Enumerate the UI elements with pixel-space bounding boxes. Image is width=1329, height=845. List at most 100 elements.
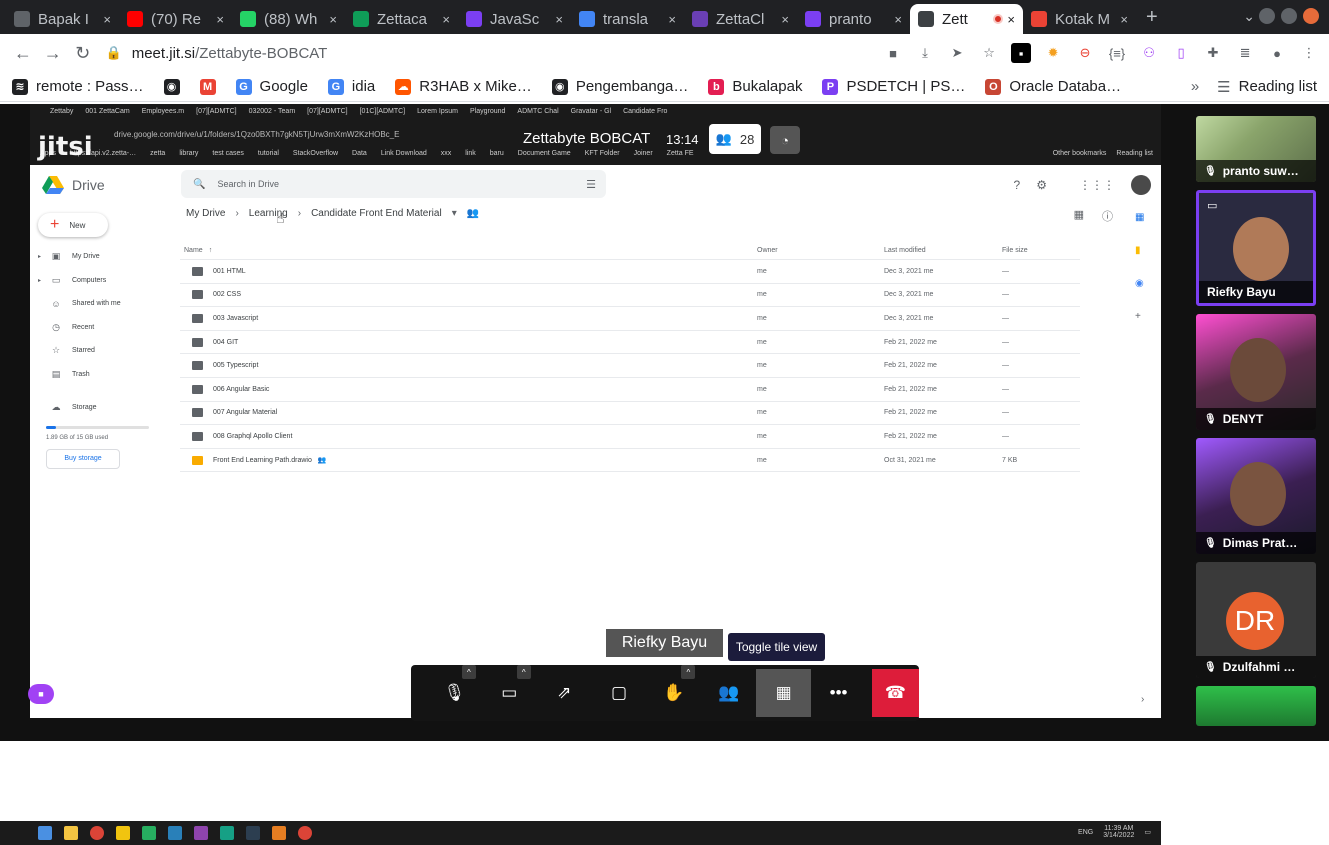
sort-arrow-icon[interactable]: ↑	[209, 247, 213, 254]
settings-icon[interactable]: ⚙	[1036, 178, 1047, 192]
close-tab-icon[interactable]: ×	[329, 12, 337, 27]
add-addon-icon[interactable]: +	[1135, 311, 1144, 322]
drive-search-input[interactable]: 🔍 Search in Drive ☰	[181, 170, 606, 198]
extension-icon[interactable]: {≡}	[1107, 43, 1127, 63]
table-row[interactable]: 004 GIT me Feb 21, 2022 me —	[180, 331, 1080, 355]
close-tab-icon[interactable]: ×	[103, 12, 111, 27]
calendar-icon[interactable]: ▦	[1135, 212, 1144, 223]
notification-icon[interactable]: ▭	[1144, 828, 1151, 836]
table-row[interactable]: 008 Graphql Apollo Client me Feb 21, 2022 …	[180, 425, 1080, 449]
mute-mic-button[interactable]: 🎙 ^	[427, 665, 482, 717]
reading-list-label[interactable]: Reading list	[1239, 78, 1317, 95]
reload-button[interactable]: ↻	[70, 39, 96, 67]
close-tab-icon[interactable]: ×	[894, 12, 902, 27]
table-row[interactable]: 007 Angular Material me Feb 21, 2022 me —	[180, 402, 1080, 426]
tab-search-icon[interactable]: ⌄	[1243, 8, 1255, 25]
share-icon[interactable]: ➤	[947, 43, 967, 63]
minimize-window-icon[interactable]	[1259, 8, 1275, 24]
close-tab-icon[interactable]: ×	[1120, 12, 1128, 27]
file-explorer-icon[interactable]	[64, 826, 78, 840]
apps-grid-icon[interactable]: ⋮⋮⋮	[1079, 178, 1115, 192]
sidebar-item-recent[interactable]: ◷ Recent	[30, 316, 180, 340]
table-row[interactable]: Front End Learning Path.drawio 👥 me Oct 31,…	[180, 449, 1080, 473]
tray-date[interactable]: 3/14/2022	[1103, 832, 1134, 839]
close-tab-icon[interactable]: ×	[781, 12, 789, 27]
participants-button[interactable]: 👥	[701, 669, 756, 717]
chat-button[interactable]: ▢	[592, 669, 647, 717]
extension-icon[interactable]: ▯	[1171, 43, 1191, 63]
participants-count-button[interactable]: 👥 28	[709, 124, 761, 154]
close-window-icon[interactable]	[1303, 8, 1319, 24]
browser-tab[interactable]: JavaSc ×	[458, 4, 571, 34]
close-tab-icon[interactable]: ×	[555, 12, 563, 27]
extension-icon[interactable]: ⚇	[1139, 43, 1159, 63]
table-row[interactable]: 003 Javascript me Dec 3, 2021 me —	[180, 307, 1080, 331]
account-avatar[interactable]	[1131, 175, 1151, 195]
tray-lang[interactable]: ENG	[1078, 829, 1093, 836]
app-icon[interactable]	[220, 826, 234, 840]
bookmark-item[interactable]: ◉	[163, 78, 188, 95]
new-button[interactable]: + New	[38, 213, 108, 237]
bookmark-item[interactable]: b Bukalapak	[708, 78, 802, 95]
puzzle-icon[interactable]: ✚	[1203, 43, 1223, 63]
url-input[interactable]: 🔒 meet.jit.si /Zettabyte-BOBCAT	[106, 38, 793, 68]
back-button[interactable]: ←	[10, 39, 36, 67]
install-icon[interactable]: ⤓	[915, 43, 935, 63]
sidebar-item-storage[interactable]: ☁ Storage	[30, 396, 180, 420]
hangup-button[interactable]: ☎	[872, 669, 920, 717]
table-row[interactable]: 006 Angular Basic me Feb 21, 2022 me —	[180, 378, 1080, 402]
grid-view-icon[interactable]: ▦	[1074, 208, 1084, 224]
app-icon[interactable]	[142, 826, 156, 840]
extension-icon[interactable]: ⊖	[1075, 43, 1095, 63]
browser-tab[interactable]: Zettaca ×	[345, 4, 458, 34]
share-screen-button[interactable]: ⇗	[537, 669, 592, 717]
app-icon[interactable]	[272, 826, 286, 840]
close-tab-icon[interactable]: ×	[668, 12, 676, 27]
windows-start-icon[interactable]	[38, 826, 52, 840]
more-actions-button[interactable]: •••	[811, 669, 866, 717]
chevron-down-icon[interactable]: ▾	[452, 208, 457, 219]
extension-icon[interactable]: ✹	[1043, 43, 1063, 63]
camera-icon[interactable]: ■	[883, 43, 903, 63]
table-row[interactable]: 005 Typescript me Feb 21, 2022 me —	[180, 354, 1080, 378]
profile-icon[interactable]: ●	[1267, 43, 1287, 63]
help-icon[interactable]: ?	[1014, 178, 1021, 192]
bookmark-item[interactable]: Gidia	[327, 78, 375, 95]
chrome-icon[interactable]	[90, 826, 104, 840]
bookmark-item[interactable]: ☁ R3HAB x Mike…	[395, 78, 532, 95]
breadcrumb-my-drive[interactable]: My Drive	[186, 208, 225, 219]
tray-time[interactable]: 11:39 AM	[1104, 825, 1133, 832]
sidebar-item-trash[interactable]: ▤ Trash	[30, 363, 180, 387]
info-icon[interactable]: ⓘ	[1102, 208, 1113, 224]
sidebar-item-my-drive[interactable]: ▸ ▣ My Drive	[30, 245, 180, 269]
caret-right-icon[interactable]: ▸	[38, 277, 46, 284]
sidebar-item-shared-with-me[interactable]: ☺ Shared with me	[30, 292, 180, 316]
participant-tile[interactable]: 🎙 DENYT	[1196, 314, 1316, 430]
forward-button[interactable]: →	[40, 39, 66, 67]
app-icon[interactable]	[168, 826, 182, 840]
app-icon[interactable]	[246, 826, 260, 840]
drive-logo[interactable]: Drive	[42, 176, 105, 194]
browser-tab[interactable]: (70) Re ×	[119, 4, 232, 34]
column-name[interactable]: Name ↑	[180, 247, 757, 254]
extension-icon[interactable]: ▪	[1011, 43, 1032, 63]
chevron-right-icon[interactable]: ›	[1141, 694, 1144, 705]
tile-view-button[interactable]: ▦	[756, 669, 812, 717]
browser-tab[interactable]: Zett ×	[910, 4, 1023, 34]
chevron-double-right-icon[interactable]: »	[1191, 78, 1199, 95]
browser-tab[interactable]: transla ×	[571, 4, 684, 34]
keep-icon[interactable]: ▮	[1135, 245, 1144, 256]
caret-right-icon[interactable]: ▸	[38, 253, 46, 260]
raise-hand-button[interactable]: ✋ ^	[647, 665, 702, 717]
chevron-up-icon[interactable]: ^	[681, 665, 696, 679]
bookmark-item[interactable]: O Oracle Databa…	[985, 78, 1121, 95]
performance-icon[interactable]: ◔	[770, 126, 800, 154]
participant-tile[interactable]: 🎙 pranto suw…	[1196, 116, 1316, 182]
buy-storage-button[interactable]: Buy storage	[46, 448, 120, 469]
search-icon[interactable]: 🔍	[193, 179, 205, 190]
browser-tab[interactable]: Bapak I ×	[6, 4, 119, 34]
search-options-icon[interactable]: ☰	[586, 178, 596, 191]
participant-tile[interactable]	[1196, 686, 1316, 726]
breadcrumb-current-folder[interactable]: Candidate Front End Material	[311, 208, 442, 219]
table-row[interactable]: 002 CSS me Dec 3, 2021 me —	[180, 284, 1080, 308]
